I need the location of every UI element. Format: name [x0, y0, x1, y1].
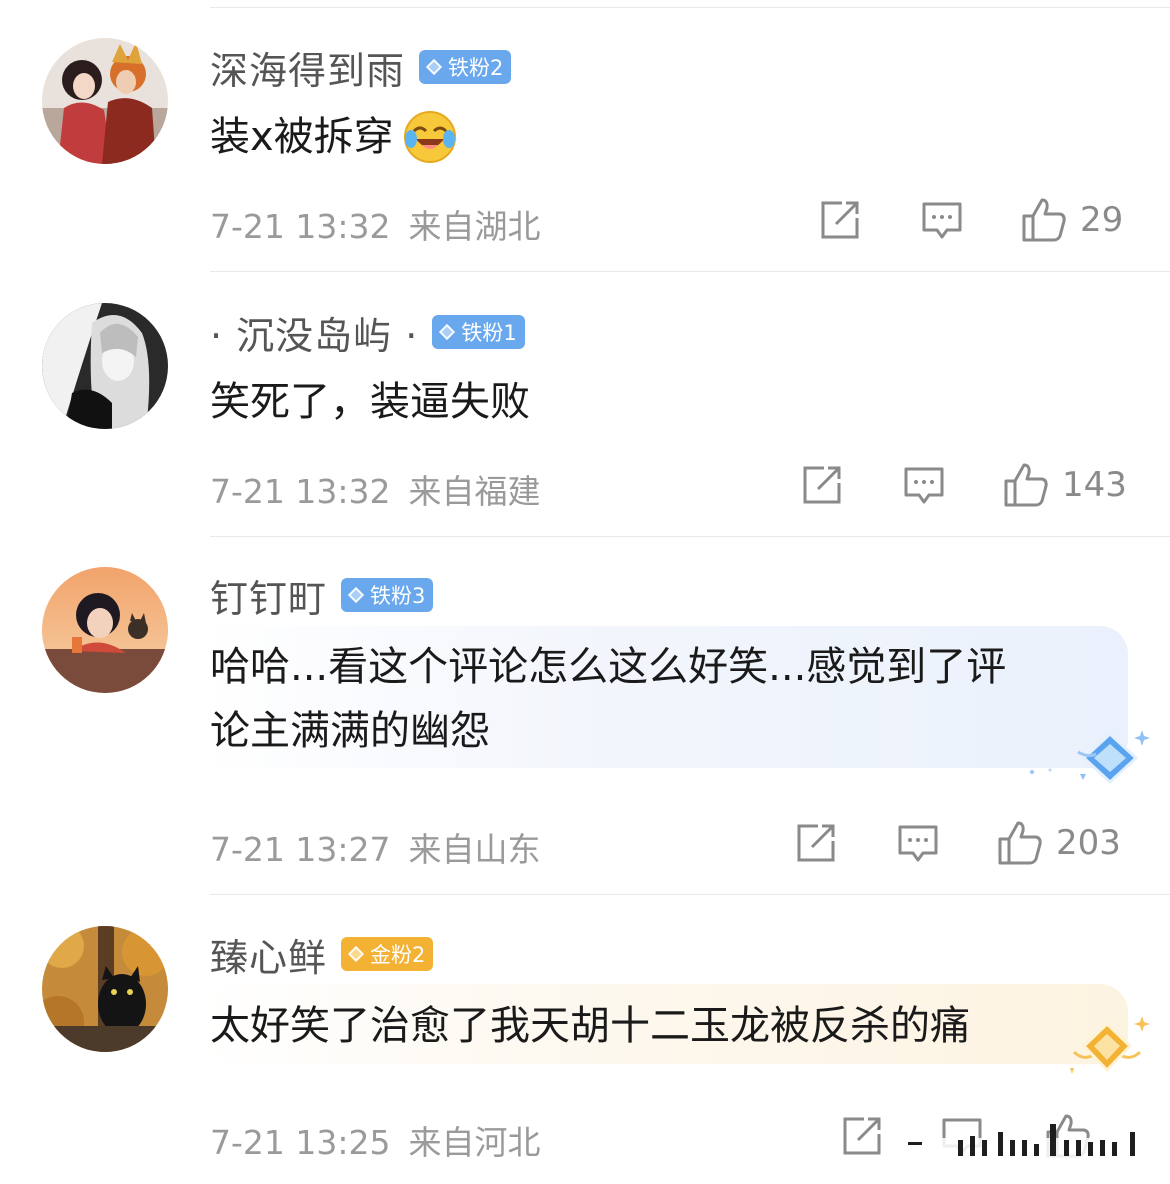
- comment-time: 7-21 13:27: [210, 830, 391, 869]
- comment-text: 论主满满的幽怨: [210, 708, 490, 754]
- diamond-icon: [439, 323, 456, 341]
- share-icon[interactable]: [818, 198, 862, 242]
- fan-badge-label: 铁粉2: [448, 56, 504, 80]
- divider: [210, 894, 1170, 895]
- comment-location: 来自福建: [408, 472, 541, 511]
- like-count: 143: [1062, 465, 1127, 505]
- like-icon[interactable]: [996, 819, 1044, 867]
- avatar[interactable]: [42, 303, 168, 429]
- watermark: [900, 1114, 1170, 1166]
- avatar[interactable]: [42, 567, 168, 693]
- like-count: 29: [1080, 200, 1124, 240]
- username[interactable]: 钉钉町: [210, 568, 327, 623]
- comment-text: 笑死了，装逼失败: [210, 379, 530, 425]
- gold-crown-icon: [347, 945, 365, 963]
- username[interactable]: 深海得到雨: [210, 40, 405, 95]
- fan-badge[interactable]: 铁粉3: [341, 578, 434, 612]
- diamond-icon: [1026, 728, 1150, 790]
- comment-time: 7-21 13:32: [210, 472, 391, 511]
- divider: [210, 7, 1170, 8]
- fan-badge-label: 铁粉1: [461, 321, 517, 345]
- reply-icon[interactable]: [920, 198, 964, 242]
- comment-text: 哈哈...看这个评论怎么这么好笑...感觉到了评: [210, 644, 1007, 690]
- comment-location: 来自山东: [408, 830, 541, 869]
- diamond-icon: [425, 58, 443, 76]
- avatar[interactable]: [42, 926, 168, 1052]
- reply-icon[interactable]: [896, 821, 940, 865]
- divider: [210, 271, 1170, 272]
- share-icon[interactable]: [794, 821, 838, 865]
- gold-crown-icon: [1062, 1016, 1152, 1082]
- comment-location: 来自湖北: [408, 207, 541, 246]
- username[interactable]: 臻心鲜: [210, 927, 327, 982]
- comment-location: 来自河北: [408, 1123, 541, 1162]
- laugh-cry-icon: [402, 109, 458, 165]
- fan-badge[interactable]: 铁粉1: [432, 315, 525, 349]
- like-count: 203: [1056, 823, 1121, 863]
- diamond-icon: [347, 586, 365, 604]
- comment-time: 7-21 13:32: [210, 207, 391, 246]
- reply-icon[interactable]: [902, 463, 946, 507]
- comment-text: 装x被拆穿: [210, 114, 394, 160]
- avatar[interactable]: [42, 38, 168, 164]
- fan-badge[interactable]: 铁粉2: [419, 50, 512, 84]
- fan-badge-label: 铁粉3: [370, 584, 426, 608]
- like-icon[interactable]: [1020, 196, 1068, 244]
- username[interactable]: · 沉没岛屿 ·: [210, 305, 418, 360]
- share-icon[interactable]: [840, 1114, 884, 1158]
- like-icon[interactable]: [1002, 461, 1050, 509]
- fan-badge[interactable]: 金粉2: [341, 937, 434, 971]
- share-icon[interactable]: [800, 463, 844, 507]
- fan-badge-label: 金粉2: [370, 943, 426, 967]
- comment-text: 太好笑了治愈了我天胡十二玉龙被反杀的痛: [210, 1003, 970, 1049]
- comment-time: 7-21 13:25: [210, 1123, 391, 1162]
- divider: [210, 536, 1170, 537]
